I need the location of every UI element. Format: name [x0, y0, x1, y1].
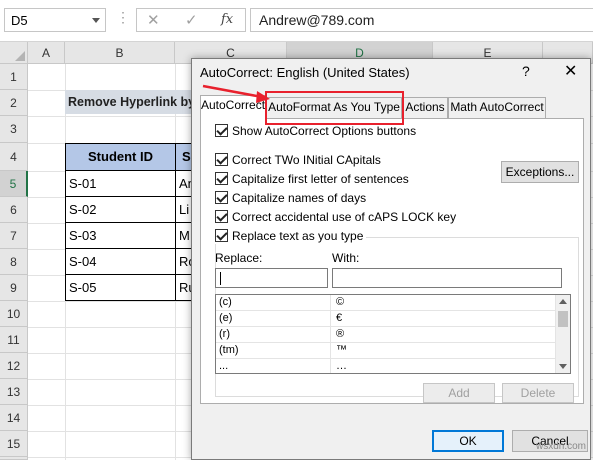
tab-highlight-box [265, 91, 404, 125]
with-label: With: [332, 251, 360, 265]
list-item-with: € [336, 312, 343, 324]
show-options-checkbox[interactable]: Show AutoCorrect Options buttons [215, 123, 416, 139]
row-header-5[interactable]: 5 [0, 171, 28, 197]
checkbox-checked-icon[interactable] [215, 191, 228, 205]
delete-button[interactable]: Delete [502, 383, 574, 403]
list-item[interactable]: (tm) ™ [216, 343, 556, 359]
checkbox-label: Capitalize names of days [232, 190, 367, 205]
capitalize-days-checkbox[interactable]: Capitalize names of days [215, 190, 366, 206]
row-header-10[interactable]: 10 [0, 301, 28, 327]
row-header-13[interactable]: 13 [0, 379, 28, 405]
column-header-a[interactable]: A [28, 42, 65, 64]
name-box[interactable]: D5 [4, 8, 106, 32]
tab-autocorrect[interactable]: AutoCorrect [200, 95, 266, 119]
column-header-b[interactable]: B [65, 42, 175, 64]
checkbox-label: Correct TWo INitial CApitals [232, 152, 381, 167]
row-header-11[interactable]: 11 [0, 327, 28, 353]
list-item[interactable]: ... … [216, 359, 556, 373]
checkbox-checked-icon[interactable] [215, 210, 228, 224]
row-header-9[interactable]: 9 [0, 275, 28, 301]
sheet-title-cell[interactable]: Remove Hyperlink by [65, 90, 205, 114]
row-header-12[interactable]: 12 [0, 353, 28, 379]
list-item-with: ™ [336, 344, 347, 356]
autocorrect-panel: Show AutoCorrect Options buttons Correct… [200, 118, 584, 404]
checkbox-checked-icon[interactable] [215, 153, 228, 167]
checkbox-label: Correct accidental use of cAPS LOCK key [232, 209, 457, 224]
name-box-value: D5 [11, 13, 28, 28]
list-item-with: … [336, 360, 347, 372]
help-icon[interactable]: ? [522, 63, 530, 79]
list-item-replace: (tm) [219, 343, 331, 358]
watermark: wsxdn.com [536, 441, 587, 452]
table-row: S-02 Li [65, 197, 205, 223]
scroll-thumb[interactable] [558, 311, 568, 327]
check-icon[interactable]: ✓ [185, 11, 198, 29]
add-button[interactable]: Add [423, 383, 495, 403]
student-id-cell[interactable]: S-05 [66, 275, 176, 300]
list-item-replace: (c) [219, 295, 331, 310]
capitalize-first-checkbox[interactable]: Capitalize first letter of sentences [215, 171, 409, 187]
row-header-4[interactable]: 4 [0, 143, 28, 171]
two-initial-checkbox[interactable]: Correct TWo INitial CApitals [215, 152, 381, 168]
student-id-cell[interactable]: S-04 [66, 249, 176, 274]
cancel-icon[interactable]: ✕ [147, 11, 160, 29]
replace-label: Replace: [215, 251, 263, 265]
row-header-7[interactable]: 7 [0, 223, 28, 249]
exceptions-button[interactable]: Exceptions... [501, 161, 579, 183]
list-item-with: © [336, 296, 345, 308]
list-item-replace: (r) [219, 327, 331, 342]
student-id-cell[interactable]: S-01 [66, 171, 176, 196]
row-header-2[interactable]: 2 [0, 90, 28, 116]
list-item-replace: (e) [219, 311, 331, 326]
checkbox-label: Capitalize first letter of sentences [232, 171, 409, 186]
checkbox-label: Replace text as you type [232, 228, 364, 243]
list-item-with: ® [336, 328, 345, 340]
list-item-replace: ... [219, 359, 331, 373]
row-header-8[interactable]: 8 [0, 249, 28, 275]
row-header-15[interactable]: 15 [0, 431, 28, 457]
checkbox-checked-icon[interactable] [215, 172, 228, 186]
formula-input[interactable]: Andrew@789.com [250, 8, 593, 32]
chevron-down-icon[interactable] [92, 18, 100, 23]
list-item[interactable]: (r) ® [216, 327, 556, 343]
with-input[interactable] [332, 268, 562, 288]
student-id-cell[interactable]: S-02 [66, 197, 176, 222]
row-header-1[interactable]: 1 [0, 64, 28, 90]
function-icon[interactable]: fx [221, 12, 233, 27]
replace-input[interactable] [215, 268, 328, 288]
row-header-3[interactable]: 3 [0, 116, 28, 143]
table-row: S-03 M [65, 223, 205, 249]
checkbox-checked-icon[interactable] [215, 229, 228, 243]
text-cursor [220, 272, 221, 285]
autocorrect-dialog: AutoCorrect: English (United States) ? ✕… [191, 58, 591, 460]
row-header-14[interactable]: 14 [0, 405, 28, 431]
scroll-up-icon[interactable] [559, 299, 567, 304]
table-header: Student ID S [65, 143, 205, 171]
replace-text-checkbox[interactable]: Replace text as you type [215, 228, 367, 244]
list-item[interactable]: (e) € [216, 311, 556, 327]
table-row: S-04 Ro [65, 249, 205, 275]
replacement-list[interactable]: (c) © (e) € (r) ® (tm) ™ ... … [215, 294, 571, 374]
select-all-corner[interactable] [0, 42, 28, 64]
tab-actions[interactable]: Actions [402, 97, 448, 118]
formula-bar: D5 ⋮ ✕ ✓ fx Andrew@789.com [0, 0, 593, 42]
table-row: S-01 An [65, 171, 205, 197]
row-header-6[interactable]: 6 [0, 197, 28, 223]
checkbox-checked-icon[interactable] [215, 124, 228, 138]
student-id-cell[interactable]: S-03 [66, 223, 176, 248]
more-icon: ⋮ [116, 9, 130, 25]
formula-buttons: ✕ ✓ fx [136, 8, 246, 32]
header-student-id[interactable]: Student ID [66, 144, 176, 170]
tab-math-autocorrect[interactable]: Math AutoCorrect [448, 97, 546, 118]
caps-lock-checkbox[interactable]: Correct accidental use of cAPS LOCK key [215, 209, 456, 225]
ok-button[interactable]: OK [432, 430, 504, 452]
checkbox-label: Show AutoCorrect Options buttons [232, 123, 417, 138]
list-item[interactable]: (c) © [216, 295, 556, 311]
list-scrollbar[interactable] [555, 295, 570, 373]
dialog-title: AutoCorrect: English (United States) [200, 65, 410, 80]
close-icon[interactable]: ✕ [564, 61, 577, 81]
table-row: S-05 Ru [65, 275, 205, 301]
scroll-down-icon[interactable] [559, 364, 567, 369]
